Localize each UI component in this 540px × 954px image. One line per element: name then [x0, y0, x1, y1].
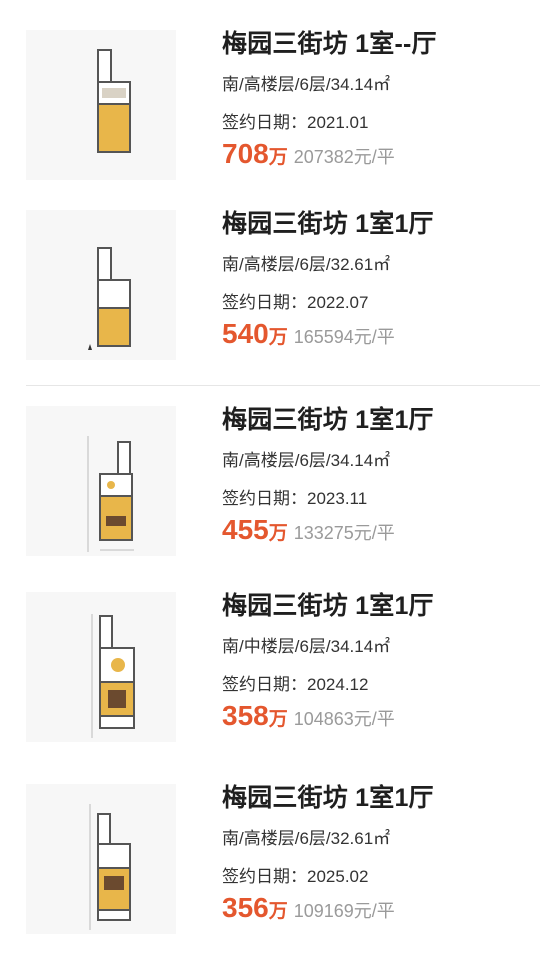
- listing-meta: 南/高楼层/6层/32.61㎡: [222, 829, 391, 848]
- price-unit: 万: [268, 147, 288, 168]
- price-row: 455万 133275元/平: [222, 514, 395, 546]
- total-price: 358: [222, 700, 269, 731]
- price-unit: 万: [268, 327, 288, 348]
- unit-price: 133275元/平: [293, 523, 395, 543]
- price-unit: 万: [268, 709, 288, 730]
- price-row: 540万 165594元/平: [222, 318, 395, 350]
- listing-meta: 南/中楼层/6层/34.14㎡: [222, 637, 391, 656]
- unit-price: 104863元/平: [293, 709, 395, 729]
- total-price: 540: [222, 318, 269, 349]
- price-row: 708万 207382元/平: [222, 138, 395, 170]
- unit-price: 207382元/平: [293, 147, 395, 167]
- listing-card[interactable]: 梅园三街坊 1室1厅 南/中楼层/6层/34.14㎡ 签约日期：2024.12 …: [0, 582, 540, 757]
- floorplan-thumbnail: [26, 784, 176, 934]
- total-price: 708: [222, 138, 269, 169]
- listing-meta: 南/高楼层/6层/32.61㎡: [222, 255, 391, 274]
- listing-title: 梅园三街坊 1室1厅: [222, 592, 434, 620]
- price-row: 358万 104863元/平: [222, 700, 395, 732]
- floorplan-image: [26, 592, 176, 742]
- listing-title: 梅园三街坊 1室1厅: [222, 784, 434, 812]
- floorplan-thumbnail: [26, 592, 176, 742]
- listing-card[interactable]: 梅园三街坊 1室1厅 南/高楼层/6层/34.14㎡ 签约日期：2023.11 …: [0, 396, 540, 571]
- listing-card[interactable]: 梅园三街坊 1室--厅 南/高楼层/6层/34.14㎡ 签约日期：2021.01…: [0, 20, 540, 195]
- unit-price: 109169元/平: [293, 901, 395, 921]
- listing-meta: 南/高楼层/6层/34.14㎡: [222, 75, 391, 94]
- price-row: 356万 109169元/平: [222, 892, 395, 924]
- listing-title: 梅园三街坊 1室1厅: [222, 210, 434, 238]
- listing-title: 梅园三街坊 1室1厅: [222, 406, 434, 434]
- floorplan-image: [26, 30, 176, 180]
- sign-date: 签约日期：2023.11: [222, 489, 368, 508]
- floorplan-image: [26, 406, 176, 556]
- sign-date: 签约日期：2021.01: [222, 113, 369, 132]
- floorplan-thumbnail: [26, 30, 176, 180]
- section-divider: [26, 385, 540, 386]
- listing-card[interactable]: 梅园三街坊 1室1厅 南/高楼层/6层/32.61㎡ 签约日期：2025.02 …: [0, 774, 540, 949]
- sign-date: 签约日期：2024.12: [222, 675, 369, 694]
- total-price: 455: [222, 514, 269, 545]
- listing-card[interactable]: 梅园三街坊 1室1厅 南/高楼层/6层/32.61㎡ 签约日期：2022.07 …: [0, 200, 540, 375]
- listing-meta: 南/高楼层/6层/34.14㎡: [222, 451, 391, 470]
- price-unit: 万: [268, 523, 288, 544]
- price-unit: 万: [268, 901, 288, 922]
- floorplan-thumbnail: [26, 406, 176, 556]
- listing-title: 梅园三街坊 1室--厅: [222, 30, 437, 58]
- sign-date: 签约日期：2022.07: [222, 293, 369, 312]
- floorplan-thumbnail: [26, 210, 176, 360]
- total-price: 356: [222, 892, 269, 923]
- sign-date: 签约日期：2025.02: [222, 867, 369, 886]
- floorplan-image: [26, 784, 176, 934]
- unit-price: 165594元/平: [293, 327, 395, 347]
- floorplan-image: [26, 210, 176, 360]
